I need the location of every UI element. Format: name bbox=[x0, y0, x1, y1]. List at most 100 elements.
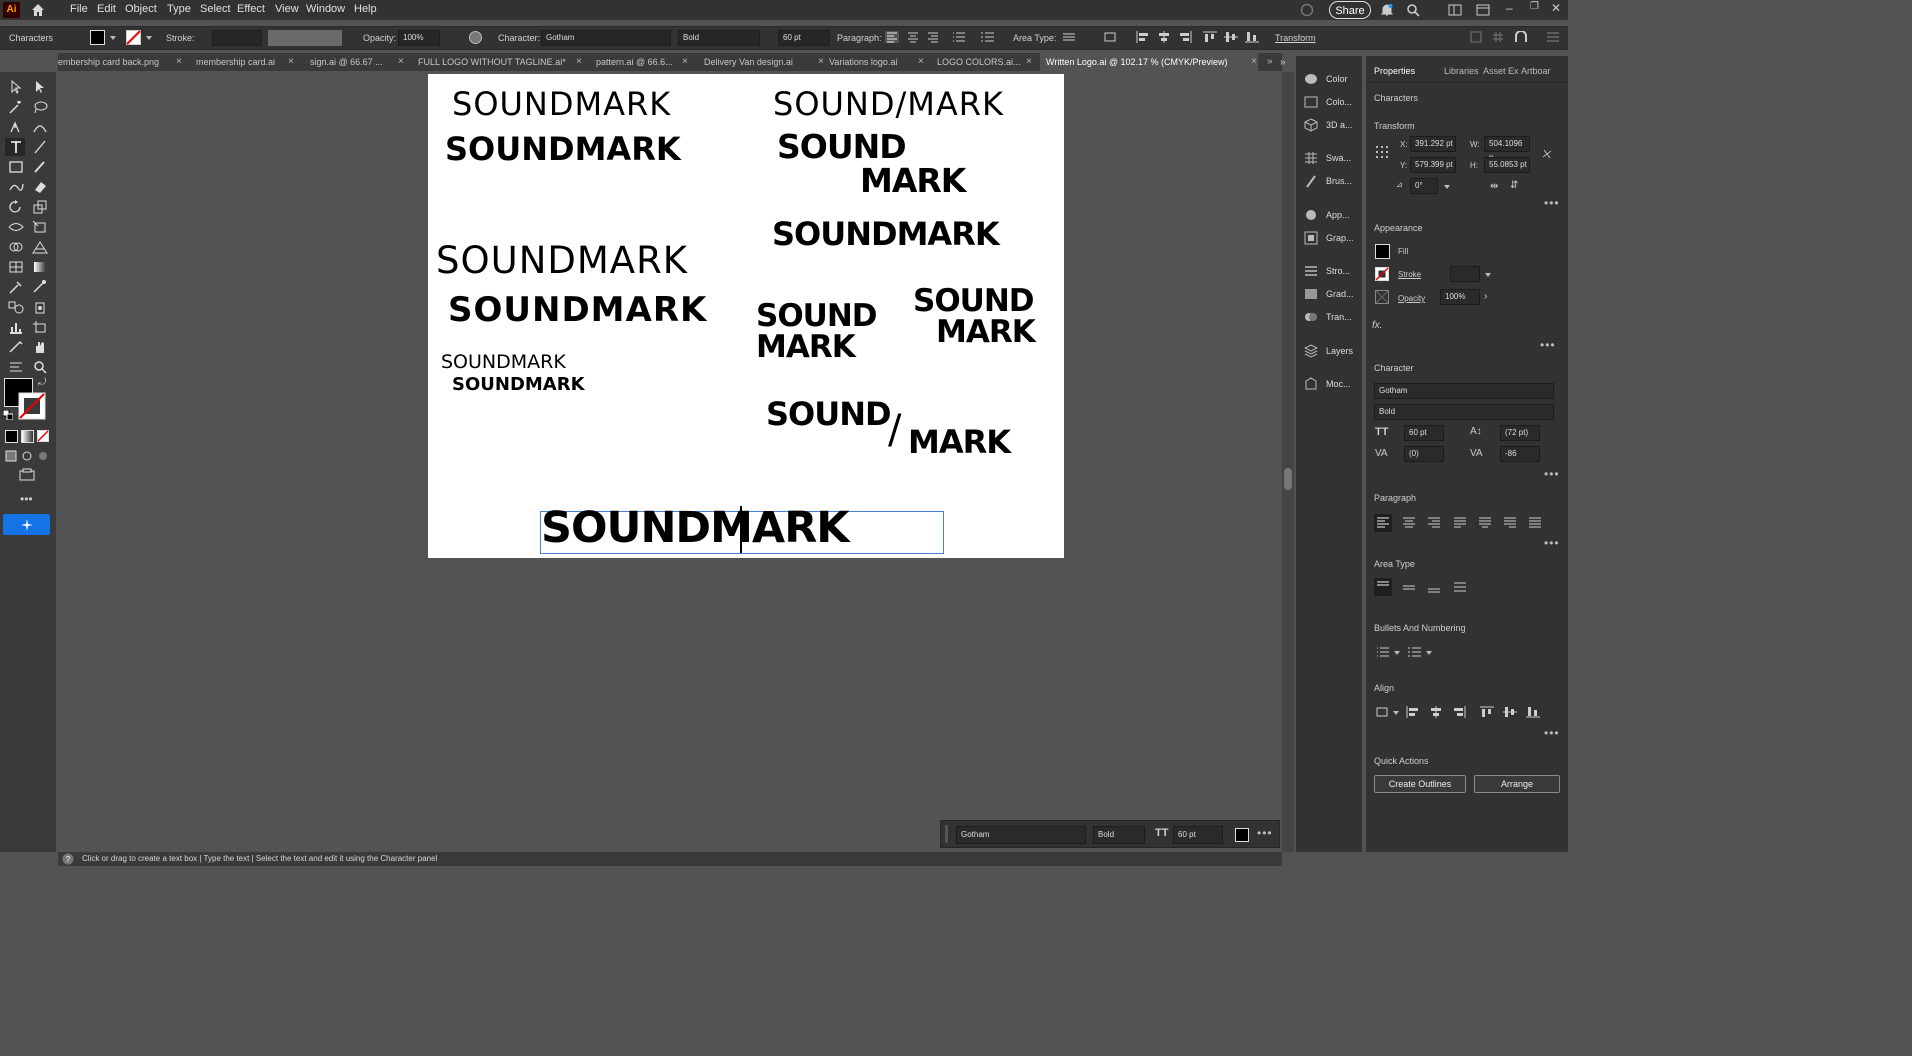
constrain-proportions-icon[interactable] bbox=[1540, 147, 1554, 161]
rotate-field[interactable]: 0° bbox=[1410, 178, 1438, 194]
tab-close-icon[interactable]: × bbox=[682, 53, 688, 71]
draw-inside-icon[interactable] bbox=[37, 450, 49, 462]
align-vcenter-objects-icon[interactable] bbox=[1224, 31, 1238, 43]
scroll-thumb[interactable] bbox=[1284, 468, 1292, 490]
type-tool-icon[interactable] bbox=[8, 140, 24, 154]
menu-effect[interactable]: Effect bbox=[237, 3, 265, 15]
align-to-icon[interactable] bbox=[1104, 31, 1118, 43]
align-center-icon[interactable] bbox=[906, 31, 920, 43]
menu-view[interactable]: View bbox=[275, 3, 299, 15]
logo-stacked-left-top[interactable]: SOUND bbox=[756, 301, 878, 332]
swap-colors-icon[interactable]: ⤾ bbox=[38, 377, 46, 388]
logo-variant-small[interactable]: SOUNDMARK bbox=[441, 353, 566, 372]
rotate-tool-icon[interactable] bbox=[8, 200, 24, 214]
area-type-justify-icon[interactable] bbox=[1453, 582, 1467, 594]
curvature-tool-icon[interactable] bbox=[32, 120, 48, 134]
align-right-edges-icon[interactable] bbox=[1452, 706, 1466, 718]
color-mode-icon[interactable] bbox=[5, 430, 18, 443]
area-type-bottom-icon[interactable] bbox=[1427, 582, 1441, 594]
tab-close-icon[interactable]: × bbox=[288, 53, 294, 71]
paragraph-align-left-icon[interactable] bbox=[1374, 514, 1392, 532]
logo-variant-bold[interactable]: SOUNDMARK bbox=[445, 133, 681, 165]
area-type-align-icon[interactable] bbox=[1062, 31, 1076, 43]
tab-close-icon[interactable]: × bbox=[818, 53, 824, 71]
ctx-fill-swatch[interactable] bbox=[1235, 828, 1249, 842]
draw-behind-icon[interactable] bbox=[21, 450, 33, 462]
align-top-edges-icon[interactable] bbox=[1480, 706, 1494, 718]
draw-normal-icon[interactable] bbox=[5, 450, 17, 462]
stroke-none-swatch[interactable] bbox=[126, 30, 141, 45]
font-family-dropdown[interactable]: Gotham bbox=[1374, 383, 1554, 399]
transform-link[interactable]: Transform bbox=[1275, 33, 1316, 43]
menu-edit[interactable]: Edit bbox=[97, 3, 116, 15]
stroke-weight-field[interactable] bbox=[1450, 266, 1480, 282]
align-vertical-centers-icon[interactable] bbox=[1503, 706, 1517, 718]
paragraph-justify-right-icon[interactable] bbox=[1503, 517, 1517, 529]
stroke-link[interactable]: Stroke bbox=[1398, 270, 1421, 279]
vertical-scrollbar[interactable] bbox=[1282, 72, 1294, 852]
selection-tool-icon[interactable] bbox=[8, 80, 24, 94]
paragraph-align-right-icon[interactable] bbox=[1427, 517, 1441, 529]
logo-variant-large-bold[interactable]: SOUNDMARK bbox=[448, 293, 707, 327]
tab-close-icon[interactable]: × bbox=[398, 53, 404, 71]
align-to-selection-icon[interactable] bbox=[1376, 706, 1390, 718]
font-size-field[interactable]: 60 pt bbox=[1404, 425, 1444, 441]
isolate-icon[interactable] bbox=[1470, 31, 1482, 43]
ctx-font-style-dropdown[interactable]: Bold bbox=[1093, 826, 1145, 844]
tab-overflow-icon[interactable]: » bbox=[1267, 53, 1273, 71]
create-outlines-button[interactable]: Create Outlines bbox=[1374, 775, 1466, 793]
tab-membership-card[interactable]: membership card.ai bbox=[196, 53, 300, 71]
chevron-down-icon[interactable] bbox=[1444, 185, 1450, 189]
arrange-button[interactable]: Arrange bbox=[1474, 775, 1560, 793]
blend-tool-icon[interactable] bbox=[8, 300, 24, 314]
tab-libraries[interactable]: Libraries bbox=[1444, 66, 1479, 76]
tracking-field[interactable]: -86 bbox=[1500, 446, 1540, 462]
stroke-weight-field[interactable] bbox=[212, 30, 262, 46]
tab-artboards[interactable]: Artboar bbox=[1521, 66, 1551, 76]
gradient-tool-icon[interactable] bbox=[32, 260, 48, 274]
tab-logo-colors[interactable]: LOGO COLORS.ai... bbox=[937, 53, 1027, 71]
drag-handle[interactable] bbox=[945, 825, 948, 843]
help-icon[interactable]: ? bbox=[62, 853, 74, 865]
font-style-dropdown[interactable]: Bold bbox=[1374, 404, 1554, 420]
magic-wand-tool-icon[interactable] bbox=[8, 100, 24, 114]
align-top-objects-icon[interactable] bbox=[1203, 31, 1217, 43]
bullets-list-icon[interactable] bbox=[1376, 646, 1390, 658]
reference-point-icon[interactable] bbox=[1374, 144, 1390, 160]
eraser-tool-icon[interactable] bbox=[32, 180, 48, 194]
opacity-field[interactable]: 100% bbox=[398, 30, 440, 46]
tab-variations-logo[interactable]: Variations logo.ai bbox=[829, 53, 919, 71]
more-tools-icon[interactable]: ••• bbox=[20, 492, 33, 506]
align-left-icon[interactable] bbox=[885, 31, 899, 43]
align-left-objects-icon[interactable] bbox=[1136, 31, 1150, 43]
area-type-top-icon[interactable] bbox=[1374, 578, 1392, 596]
menu-select[interactable]: Select bbox=[200, 3, 231, 15]
logo-diagonal-mark[interactable]: MARK bbox=[908, 426, 1011, 458]
share-button[interactable]: Share bbox=[1329, 1, 1371, 19]
generative-ai-button[interactable] bbox=[3, 514, 50, 535]
tab-asset-export[interactable]: Asset Ex bbox=[1483, 66, 1519, 76]
magnet-icon[interactable] bbox=[1514, 31, 1528, 43]
pen-tool-icon[interactable] bbox=[8, 120, 24, 134]
align-bottom-objects-icon[interactable] bbox=[1245, 31, 1259, 43]
align-bottom-edges-icon[interactable] bbox=[1526, 706, 1540, 718]
logo-variant-thin[interactable]: SOUNDMARK bbox=[452, 88, 671, 120]
paragraph-justify-left-icon[interactable] bbox=[1453, 517, 1467, 529]
free-transform-tool-icon[interactable] bbox=[32, 220, 48, 234]
area-type-center-icon[interactable] bbox=[1402, 582, 1416, 594]
chevron-down-icon[interactable] bbox=[110, 36, 116, 40]
logo-stacked-right-bottom[interactable]: MARK bbox=[936, 317, 1036, 348]
eyedropper-tool-icon[interactable] bbox=[8, 280, 24, 294]
scale-tool-icon[interactable] bbox=[32, 200, 48, 214]
menu-file[interactable]: File bbox=[70, 3, 88, 15]
minimize-icon[interactable]: – bbox=[1506, 1, 1513, 15]
line-tool-icon[interactable] bbox=[32, 140, 48, 154]
more-options-icon[interactable]: ••• bbox=[1540, 338, 1556, 352]
numbering-icon[interactable] bbox=[981, 31, 995, 43]
logo-variant-slash[interactable]: SOUND/MARK bbox=[773, 88, 1004, 120]
direct-selection-tool-icon[interactable] bbox=[32, 80, 48, 94]
flip-vertical-icon[interactable]: ⇵ bbox=[1510, 180, 1518, 191]
menu-window[interactable]: Window bbox=[306, 3, 345, 15]
paragraph-justify-center-icon[interactable] bbox=[1478, 517, 1492, 529]
tab-properties[interactable]: Properties bbox=[1374, 66, 1415, 76]
